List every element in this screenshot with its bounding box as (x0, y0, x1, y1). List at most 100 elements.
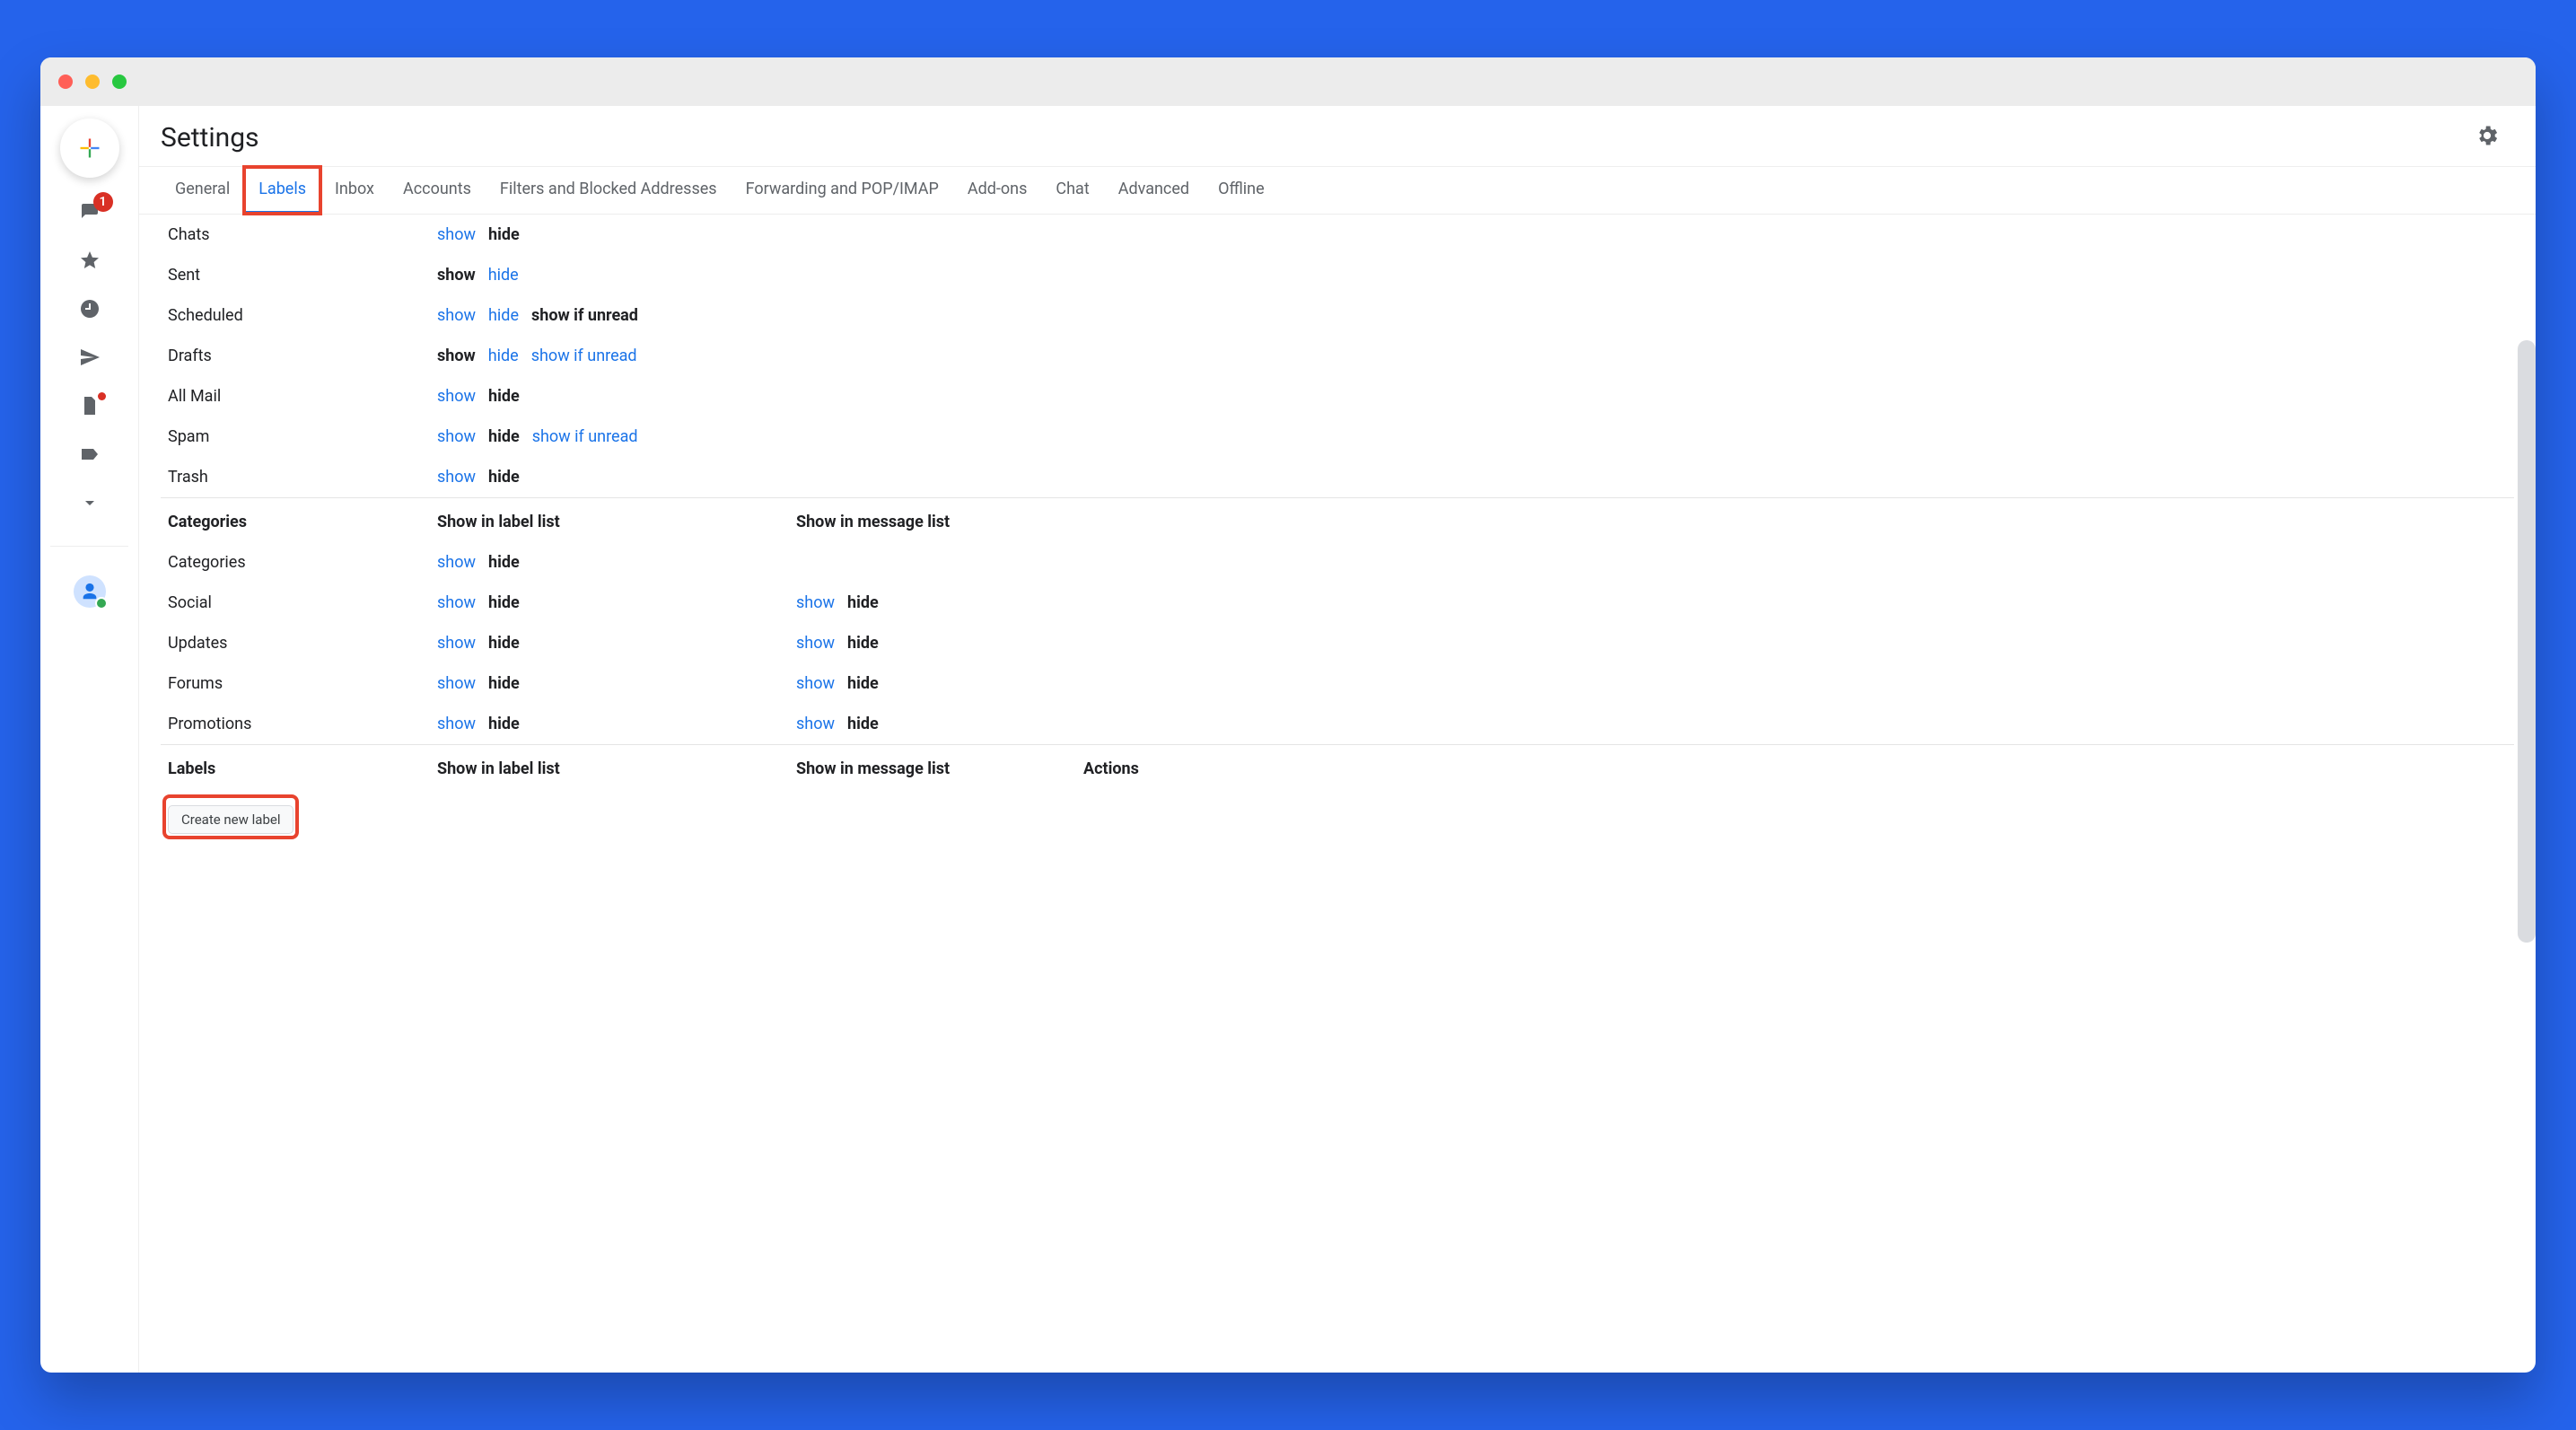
scrollbar[interactable] (2518, 340, 2536, 943)
option-hide[interactable]: hide (847, 593, 879, 612)
window-minimize-button[interactable] (85, 75, 100, 89)
option-show[interactable]: show (437, 553, 476, 572)
option-hide[interactable]: hide (488, 347, 519, 365)
option-hide[interactable]: hide (488, 306, 519, 325)
tab-labels[interactable]: Labels (244, 167, 320, 214)
tab-chat[interactable]: Chat (1041, 167, 1103, 214)
tag-icon (79, 443, 101, 465)
settings-tabs: GeneralLabelsInboxAccountsFilters and Bl… (139, 166, 2536, 215)
drafts-indicator (98, 392, 106, 400)
table-row: Updates show hide show hide (161, 623, 2514, 663)
option-hide[interactable]: hide (488, 468, 520, 487)
option-hide[interactable]: hide (488, 593, 520, 612)
tab-advanced[interactable]: Advanced (1104, 167, 1204, 214)
window-titlebar (40, 57, 2536, 106)
label-name: Trash (161, 457, 430, 498)
option-hide[interactable]: hide (488, 427, 520, 446)
gear-icon (2475, 123, 2500, 148)
table-row: All Mail show hide (161, 376, 2514, 417)
settings-gear[interactable] (2475, 123, 2500, 152)
table-row: Promotions show hide show hide (161, 704, 2514, 745)
labels-table: ChatsshowhideSentshowhideScheduledshowhi… (161, 215, 2514, 845)
option-hide[interactable]: hide (488, 266, 519, 285)
option-show[interactable]: show (796, 715, 835, 733)
option-show[interactable]: show (437, 715, 476, 733)
label-name: Drafts (161, 336, 430, 376)
label-name: Chats (161, 215, 430, 255)
left-rail: 1 (40, 106, 139, 1373)
option-show[interactable]: show (796, 674, 835, 693)
label-name: Categories (161, 542, 430, 583)
option-show_if_unread[interactable]: show if unread (532, 427, 638, 446)
table-row: Forums show hide show hide (161, 663, 2514, 704)
rail-more[interactable] (79, 492, 101, 517)
option-show_if_unread[interactable]: show if unread (531, 347, 637, 365)
table-row: Scheduledshowhideshow if unread (161, 295, 2514, 336)
option-hide[interactable]: hide (488, 387, 520, 406)
option-show[interactable]: show (437, 387, 476, 406)
tab-add-ons[interactable]: Add-ons (953, 167, 1042, 214)
label-name: Promotions (161, 704, 430, 745)
rail-label[interactable] (79, 443, 101, 469)
compose-button[interactable] (60, 118, 119, 178)
rail-starred[interactable] (79, 250, 101, 275)
label-name: Sent (161, 255, 430, 295)
plus-icon (77, 136, 102, 161)
option-show[interactable]: show (437, 427, 476, 446)
option-hide[interactable]: hide (488, 715, 520, 733)
settings-content: ChatsshowhideSentshowhideScheduledshowhi… (139, 215, 2536, 1373)
option-show[interactable]: show (437, 225, 476, 244)
rail-sent[interactable] (79, 347, 101, 372)
option-show_if_unread[interactable]: show if unread (531, 306, 638, 325)
option-hide[interactable]: hide (488, 553, 520, 572)
label-name: All Mail (161, 376, 430, 417)
rail-drafts[interactable] (79, 395, 101, 420)
label-name: Forums (161, 663, 430, 704)
window-zoom-button[interactable] (112, 75, 127, 89)
page-title: Settings (161, 122, 259, 154)
option-show[interactable]: show (437, 347, 476, 365)
option-show[interactable]: show (437, 468, 476, 487)
option-show[interactable]: show (437, 306, 476, 325)
option-hide[interactable]: hide (488, 674, 520, 693)
table-row: Drafts show hide show if unread (161, 336, 2514, 376)
option-hide[interactable]: hide (847, 715, 879, 733)
table-row: Categories show hide (161, 542, 2514, 583)
tab-offline[interactable]: Offline (1204, 167, 1279, 214)
tab-filters-and-blocked-addresses[interactable]: Filters and Blocked Addresses (486, 167, 732, 214)
option-show[interactable]: show (437, 674, 476, 693)
label-name: Spam (161, 417, 430, 457)
option-hide[interactable]: hide (847, 674, 879, 693)
inbox-badge: 1 (93, 192, 113, 212)
option-show[interactable]: show (437, 634, 476, 653)
table-row: Spam show hide show if unread (161, 417, 2514, 457)
rail-snoozed[interactable] (79, 298, 101, 323)
star-icon (79, 250, 101, 271)
rail-separator (50, 546, 128, 547)
tab-forwarding-and-pop-imap[interactable]: Forwarding and POP/IMAP (732, 167, 953, 214)
main-area: Settings GeneralLabelsInboxAccountsFilte… (139, 106, 2536, 1373)
send-icon (79, 347, 101, 368)
create-new-label-button[interactable]: Create new label (168, 805, 294, 834)
option-show[interactable]: show (796, 634, 835, 653)
tab-general[interactable]: General (161, 167, 244, 214)
table-row: Create new label (161, 789, 2514, 845)
option-hide[interactable]: hide (488, 225, 520, 244)
option-hide[interactable]: hide (488, 634, 520, 653)
option-hide[interactable]: hide (847, 634, 879, 653)
label-name: Updates (161, 623, 430, 663)
option-show[interactable]: show (437, 266, 476, 285)
table-row: Social show hide show hide (161, 583, 2514, 623)
window-close-button[interactable] (58, 75, 73, 89)
table-row: Chats show hide (161, 215, 2514, 255)
hangouts-avatar[interactable] (74, 575, 106, 608)
table-row: Sent show hide (161, 255, 2514, 295)
tab-inbox[interactable]: Inbox (320, 167, 389, 214)
clock-icon (79, 298, 101, 320)
rail-inbox[interactable]: 1 (79, 201, 101, 226)
label-name: Social (161, 583, 430, 623)
tab-accounts[interactable]: Accounts (389, 167, 486, 214)
table-row: Trash show hide (161, 457, 2514, 498)
option-show[interactable]: show (796, 593, 835, 612)
option-show[interactable]: show (437, 593, 476, 612)
